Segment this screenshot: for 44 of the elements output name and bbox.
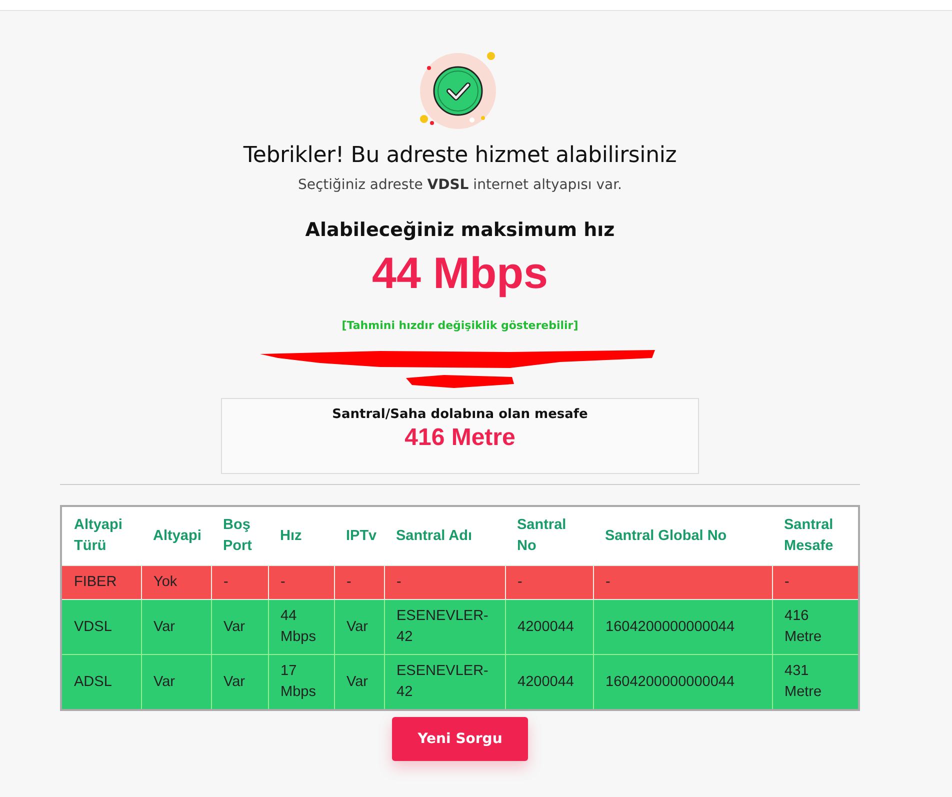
distance-value: 416 Metre	[404, 424, 516, 452]
table-cell: -	[772, 566, 859, 600]
table-cell: FIBER	[61, 566, 141, 600]
table-cell: Var	[141, 600, 211, 654]
max-speed-value: 44 Mbps	[372, 249, 548, 299]
infrastructure-message: Seçtiğiniz adreste VDSL internet altyapısı var.	[298, 177, 622, 193]
table-cell: 1604200000000044	[593, 654, 772, 710]
column-header: Hız	[268, 506, 334, 566]
table-cell: -	[384, 566, 505, 600]
table-cell: ESENEVLER-42	[384, 654, 505, 710]
column-header: Santral Mesafe	[772, 506, 859, 566]
table-cell: 431 Metre	[772, 654, 859, 710]
table-cell: 44 Mbps	[268, 600, 334, 654]
table-cell: VDSL	[61, 600, 141, 654]
table-cell: Yok	[141, 566, 211, 600]
distance-label: Santral/Saha dolabına olan mesafe	[332, 407, 588, 422]
column-header: Santral Global No	[593, 506, 772, 566]
table-cell: 17 Mbps	[268, 654, 334, 710]
table-cell: 1604200000000044	[593, 600, 772, 654]
speed-disclaimer: [Tahmini hızdır değişiklik gösterebilir]	[342, 319, 578, 332]
column-header: Santral Adı	[384, 506, 505, 566]
table-cell: 4200044	[505, 600, 593, 654]
column-header: Altyapi	[141, 506, 211, 566]
column-header: Boş Port	[211, 506, 268, 566]
table-cell: 416 Metre	[772, 600, 859, 654]
table-cell: -	[268, 566, 334, 600]
table-cell: Var	[334, 600, 384, 654]
table-cell: -	[505, 566, 593, 600]
column-header: Altyapi Türü	[61, 506, 141, 566]
max-speed-label: Alabileceğiniz maksimum hız	[305, 219, 615, 241]
table-cell: -	[211, 566, 268, 600]
column-header: IPTv	[334, 506, 384, 566]
table-cell: Var	[211, 654, 268, 710]
table-cell: Var	[141, 654, 211, 710]
table-cell: -	[593, 566, 772, 600]
success-heading: Tebrikler! Bu adreste hizmet alabilirsiniz	[243, 143, 677, 168]
table-cell: -	[334, 566, 384, 600]
table-cell: Var	[334, 654, 384, 710]
table-cell: ADSL	[61, 654, 141, 710]
new-query-button[interactable]: Yeni Sorgu	[392, 717, 528, 761]
table-cell: 4200044	[505, 654, 593, 710]
table-cell: Var	[211, 600, 268, 654]
table-cell: ESENEVLER-42	[384, 600, 505, 654]
column-header: Santral No	[505, 506, 593, 566]
